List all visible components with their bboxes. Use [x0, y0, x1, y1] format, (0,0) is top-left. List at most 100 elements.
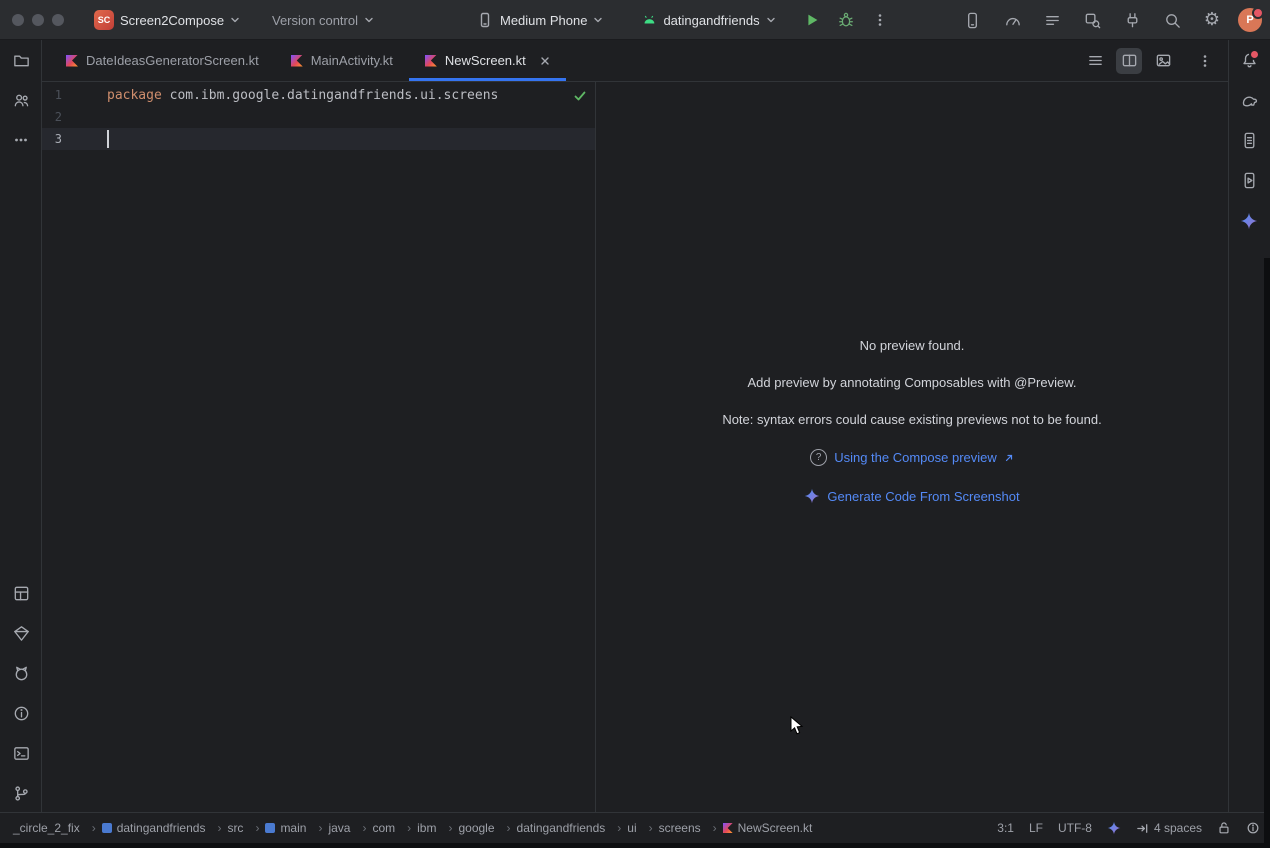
- terminal-tool-button[interactable]: [7, 739, 35, 767]
- preview-note: Note: syntax errors could cause existing…: [722, 412, 1101, 427]
- logcat-button[interactable]: [1038, 6, 1066, 34]
- run-button[interactable]: [798, 6, 826, 34]
- breadcrumb-item[interactable]: ibm: [414, 821, 455, 835]
- line-number[interactable]: 1: [42, 88, 62, 102]
- window-controls: [12, 14, 64, 26]
- close-tab-icon[interactable]: [540, 56, 550, 66]
- avatar[interactable]: P: [1238, 8, 1262, 32]
- status-bar: _circle_2_fix datingandfriends src main …: [0, 812, 1270, 843]
- encoding-widget[interactable]: UTF-8: [1058, 821, 1092, 835]
- android-studio-window: SC Screen2Compose Version control Medium…: [0, 0, 1270, 848]
- breadcrumb-item[interactable]: datingandfriends: [514, 821, 625, 835]
- breadcrumb-item[interactable]: _circle_2_fix: [10, 821, 99, 835]
- kebab-menu-icon: [873, 13, 887, 27]
- tabs: DateIdeasGeneratorScreen.kt MainActivity…: [42, 40, 566, 81]
- people-icon: [12, 91, 31, 110]
- app-inspection-button[interactable]: [1078, 6, 1106, 34]
- design-view-button[interactable]: [1150, 48, 1176, 74]
- generate-code-from-screenshot-link[interactable]: Generate Code From Screenshot: [827, 489, 1019, 504]
- editor-options-button[interactable]: [1192, 48, 1218, 74]
- profiler-button[interactable]: [998, 6, 1026, 34]
- version-control-widget[interactable]: Version control: [266, 5, 380, 35]
- more-run-actions-button[interactable]: [866, 6, 894, 34]
- code-view-button[interactable]: [1082, 48, 1108, 74]
- gauge-icon: [1003, 11, 1022, 30]
- problems-tool-button[interactable]: [7, 699, 35, 727]
- tab-newscreen[interactable]: NewScreen.kt: [409, 40, 566, 81]
- folder-icon: [12, 51, 31, 70]
- layout-inspector-tool-button[interactable]: [7, 579, 35, 607]
- generate-code-row: Generate Code From Screenshot: [804, 488, 1019, 504]
- notifications-button[interactable]: [1235, 46, 1263, 74]
- pull-requests-tool-button[interactable]: [7, 86, 35, 114]
- tab-dateideasgeneratorscreen[interactable]: DateIdeasGeneratorScreen.kt: [50, 40, 275, 81]
- device-explorer-tool-button[interactable]: [1235, 126, 1263, 154]
- run-config-selector[interactable]: datingandfriends: [635, 5, 781, 35]
- indent-widget[interactable]: 4 spaces: [1136, 821, 1202, 835]
- list-lines-icon: [1043, 11, 1062, 30]
- code-line: 1 package com.ibm.google.datingandfriend…: [42, 84, 595, 106]
- project-tool-button[interactable]: [7, 46, 35, 74]
- tab-label: NewScreen.kt: [445, 53, 526, 68]
- device-files-icon: [1240, 131, 1259, 150]
- git-branch-icon: [12, 784, 31, 803]
- settings-button[interactable]: ⚙: [1198, 6, 1226, 34]
- breadcrumb-item[interactable]: NewScreen.kt: [720, 821, 816, 835]
- debug-button[interactable]: [832, 6, 860, 34]
- status-info-widget[interactable]: [1246, 821, 1260, 835]
- toolbar-right: ⚙ P: [958, 6, 1262, 34]
- minimize-window-button[interactable]: [32, 14, 44, 26]
- gemini-status-widget[interactable]: [1107, 821, 1121, 835]
- breadcrumb-item[interactable]: com: [369, 821, 414, 835]
- running-devices-button[interactable]: [958, 6, 986, 34]
- unlock-icon: [1217, 821, 1231, 835]
- line-number[interactable]: 3: [42, 132, 62, 146]
- breadcrumb-item[interactable]: java: [325, 821, 369, 835]
- device-manager-tool-button[interactable]: [1235, 166, 1263, 194]
- search-everywhere-button[interactable]: [1158, 6, 1186, 34]
- module-icon: [102, 823, 112, 833]
- more-tool-windows-button[interactable]: [7, 126, 35, 154]
- device-play-icon: [1240, 171, 1259, 190]
- gemini-sparkle-icon: [804, 488, 820, 504]
- split-view-icon: [1121, 52, 1138, 69]
- breadcrumb-item[interactable]: datingandfriends: [99, 821, 225, 835]
- close-window-button[interactable]: [12, 14, 24, 26]
- breadcrumb-item[interactable]: screens: [656, 821, 720, 835]
- mouse-cursor: [790, 716, 804, 736]
- gradle-elephant-icon: [1240, 91, 1259, 110]
- kotlin-file-icon: [66, 55, 78, 67]
- breadcrumb-item[interactable]: src: [224, 821, 262, 835]
- preview-doc-link-row: ? Using the Compose preview: [810, 449, 1014, 466]
- readonly-toggle-widget[interactable]: [1217, 821, 1231, 835]
- design-view-icon: [1155, 52, 1172, 69]
- breadcrumb-item[interactable]: ui: [624, 821, 655, 835]
- inspect-box-icon: [1083, 11, 1102, 30]
- breadcrumb-item[interactable]: google: [455, 821, 513, 835]
- gemini-tool-button[interactable]: [1235, 207, 1263, 235]
- gradle-tool-button[interactable]: [1235, 86, 1263, 114]
- breadcrumb-item[interactable]: main: [262, 821, 325, 835]
- code-editor[interactable]: 1 package com.ibm.google.datingandfriend…: [42, 82, 595, 812]
- titlebar: SC Screen2Compose Version control Medium…: [0, 0, 1270, 40]
- sdk-manager-button[interactable]: [1118, 6, 1146, 34]
- split-view-button[interactable]: [1116, 48, 1142, 74]
- phone-icon: [476, 11, 494, 29]
- app-quality-insights-tool-button[interactable]: [7, 619, 35, 647]
- tab-mainactivity[interactable]: MainActivity.kt: [275, 40, 409, 81]
- line-separator-widget[interactable]: LF: [1029, 821, 1043, 835]
- logcat-tool-button[interactable]: [7, 659, 35, 687]
- code-lines-icon: [1087, 52, 1104, 69]
- gemini-sparkle-icon: [1107, 821, 1121, 835]
- zoom-window-button[interactable]: [52, 14, 64, 26]
- inspections-ok-icon[interactable]: [573, 89, 587, 103]
- avatar-notification-dot: [1252, 7, 1264, 19]
- version-control-tool-button[interactable]: [7, 779, 35, 807]
- chevron-down-icon: [766, 15, 776, 25]
- line-number[interactable]: 2: [42, 110, 62, 124]
- device-selector[interactable]: Medium Phone: [470, 5, 609, 35]
- kotlin-file-icon: [425, 55, 437, 67]
- compose-preview-doc-link[interactable]: Using the Compose preview: [834, 450, 997, 465]
- project-widget[interactable]: SC Screen2Compose: [88, 5, 246, 35]
- caret-position-widget[interactable]: 3:1: [997, 821, 1014, 835]
